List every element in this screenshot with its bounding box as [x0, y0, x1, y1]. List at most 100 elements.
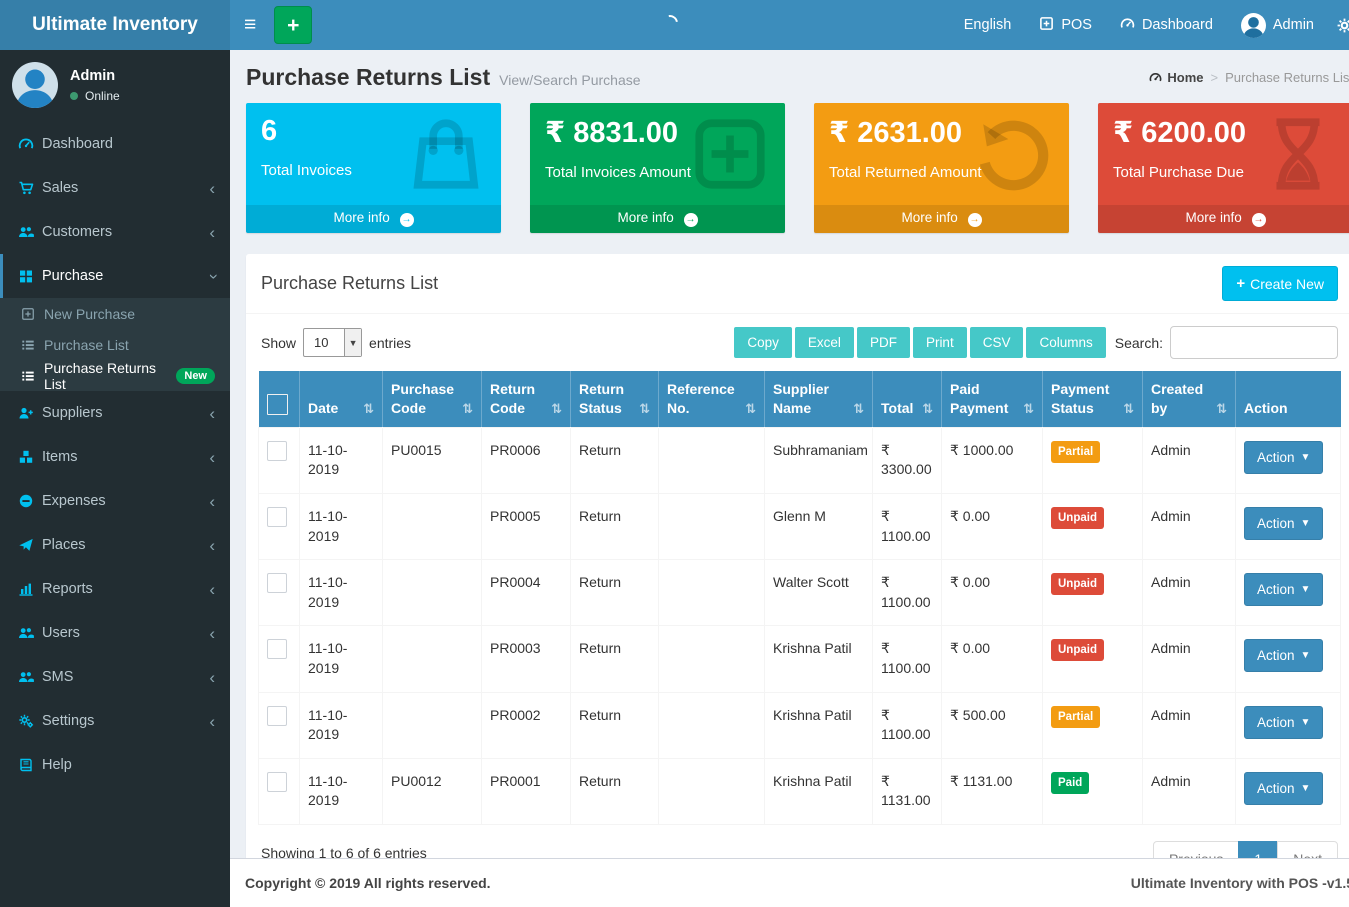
- arrow-circle-right-icon: →: [400, 213, 414, 227]
- column-header[interactable]: Payment Status ⇅: [1043, 371, 1143, 427]
- breadcrumb-home[interactable]: Home: [1149, 70, 1203, 85]
- chevron-icon: ‹: [209, 625, 215, 642]
- sidebar-item[interactable]: New Purchase: [0, 298, 230, 329]
- more-info-link[interactable]: More info →: [246, 205, 501, 233]
- export-button[interactable]: Print: [913, 327, 967, 358]
- row-checkbox[interactable]: [267, 441, 287, 461]
- row-checkbox[interactable]: [267, 573, 287, 593]
- cell-date: 11-10-2019: [300, 427, 383, 493]
- row-checkbox[interactable]: [267, 507, 287, 527]
- sort-icon[interactable]: ⇅: [462, 400, 473, 418]
- dashboard-link[interactable]: Dashboard: [1106, 0, 1227, 50]
- row-checkbox[interactable]: [267, 706, 287, 726]
- cell-reference-no: [659, 692, 765, 758]
- page-footer: Copyright © 2019 All rights reserved. Ul…: [230, 858, 1349, 907]
- cell-purchase-code: PU0015: [383, 427, 482, 493]
- cell-total: ₹ 1131.00: [873, 758, 942, 824]
- export-button[interactable]: PDF: [857, 327, 910, 358]
- select-all-checkbox[interactable]: [267, 394, 288, 415]
- user-menu[interactable]: Admin: [1227, 0, 1328, 50]
- action-button[interactable]: Action▼: [1244, 573, 1323, 606]
- create-new-button[interactable]: + Create New: [1222, 266, 1338, 301]
- undo-icon: [973, 113, 1055, 200]
- column-header[interactable]: Purchase Code ⇅: [383, 371, 482, 427]
- sidebar-item[interactable]: Purchase Returns List New: [0, 360, 230, 391]
- page-number-button[interactable]: 1: [1238, 841, 1278, 858]
- sidebar-item[interactable]: Customers ‹: [0, 210, 230, 254]
- cell-reference-no: [659, 427, 765, 493]
- sort-icon[interactable]: ⇅: [922, 400, 933, 418]
- sidebar-toggle-icon[interactable]: ≡: [230, 0, 270, 50]
- column-header[interactable]: Paid Payment ⇅: [942, 371, 1043, 427]
- column-header[interactable]: Date ⇅: [300, 371, 383, 427]
- sidebar-item[interactable]: Dashboard: [0, 122, 230, 166]
- sidebar-item[interactable]: SMS ‹: [0, 655, 230, 699]
- settings-gears-icon[interactable]: [1328, 0, 1349, 50]
- sidebar-item[interactable]: Purchase ‹: [0, 254, 230, 298]
- cell-created-by: Admin: [1143, 626, 1236, 692]
- top-navbar: ≡ + English POS Dashboard Admin: [230, 0, 1349, 50]
- previous-page-button[interactable]: Previous: [1153, 841, 1239, 858]
- row-checkbox[interactable]: [267, 639, 287, 659]
- row-checkbox[interactable]: [267, 772, 287, 792]
- sidebar-item[interactable]: Purchase List: [0, 329, 230, 360]
- sort-icon[interactable]: ⇅: [745, 400, 756, 418]
- cell-total: ₹ 1100.00: [873, 560, 942, 626]
- sidebar-item[interactable]: Places ‹: [0, 523, 230, 567]
- sort-icon[interactable]: ⇅: [1123, 400, 1134, 418]
- more-info-link[interactable]: More info →: [530, 205, 785, 233]
- sort-icon[interactable]: ⇅: [1216, 400, 1227, 418]
- sidebar-item[interactable]: Items ‹: [0, 435, 230, 479]
- action-button[interactable]: Action▼: [1244, 441, 1323, 474]
- sort-icon[interactable]: ⇅: [1023, 400, 1034, 418]
- action-button[interactable]: Action▼: [1244, 507, 1323, 540]
- sort-icon[interactable]: ⇅: [853, 400, 864, 418]
- language-menu[interactable]: English: [950, 0, 1026, 50]
- pos-link[interactable]: POS: [1025, 0, 1106, 50]
- sidebar-item[interactable]: Suppliers ‹: [0, 391, 230, 435]
- action-button[interactable]: Action▼: [1244, 706, 1323, 739]
- users-icon: [18, 669, 42, 685]
- column-header[interactable]: Return Code ⇅: [482, 371, 571, 427]
- column-header[interactable]: Total ⇅: [873, 371, 942, 427]
- action-button[interactable]: Action▼: [1244, 772, 1323, 805]
- export-button[interactable]: CSV: [970, 327, 1024, 358]
- column-header[interactable]: Return Status ⇅: [571, 371, 659, 427]
- cell-reference-no: [659, 758, 765, 824]
- sidebar-item[interactable]: Help: [0, 743, 230, 787]
- more-info-link[interactable]: More info →: [814, 205, 1069, 233]
- cell-return-status: Return: [571, 560, 659, 626]
- sidebar-item[interactable]: Settings ‹: [0, 699, 230, 743]
- sidebar-item[interactable]: Expenses ‹: [0, 479, 230, 523]
- sidebar-item[interactable]: Reports ‹: [0, 567, 230, 611]
- user-avatar: [12, 62, 58, 108]
- sort-icon[interactable]: ⇅: [363, 400, 374, 418]
- bar-chart-icon: [18, 581, 42, 597]
- cell-date: 11-10-2019: [300, 758, 383, 824]
- cell-return-status: Return: [571, 427, 659, 493]
- export-button[interactable]: Copy: [734, 327, 792, 358]
- export-button[interactable]: Columns: [1026, 327, 1105, 358]
- column-header[interactable]: Reference No. ⇅: [659, 371, 765, 427]
- export-button[interactable]: Excel: [795, 327, 854, 358]
- quick-add-button[interactable]: +: [274, 6, 312, 44]
- sidebar-item[interactable]: Users ‹: [0, 611, 230, 655]
- sidebar-item[interactable]: Sales ‹: [0, 166, 230, 210]
- brand-logo[interactable]: Ultimate Inventory: [0, 0, 230, 50]
- cell-paid-payment: ₹ 0.00: [942, 626, 1043, 692]
- cell-purchase-code: PU0012: [383, 758, 482, 824]
- column-header[interactable]: Action: [1236, 371, 1341, 427]
- entries-select[interactable]: 10 ▼: [303, 328, 362, 357]
- sort-icon[interactable]: ⇅: [639, 400, 650, 418]
- sort-icon[interactable]: ⇅: [551, 400, 562, 418]
- search-input[interactable]: [1170, 326, 1338, 359]
- next-page-button[interactable]: Next: [1277, 841, 1338, 858]
- cell-reference-no: [659, 493, 765, 559]
- cell-supplier-name: Krishna Patil: [765, 626, 873, 692]
- more-info-link[interactable]: More info →: [1098, 205, 1349, 233]
- action-button[interactable]: Action▼: [1244, 639, 1323, 672]
- cell-date: 11-10-2019: [300, 493, 383, 559]
- arrow-circle-right-icon: →: [1252, 213, 1266, 227]
- column-header[interactable]: Created by ⇅: [1143, 371, 1236, 427]
- column-header[interactable]: Supplier Name ⇅: [765, 371, 873, 427]
